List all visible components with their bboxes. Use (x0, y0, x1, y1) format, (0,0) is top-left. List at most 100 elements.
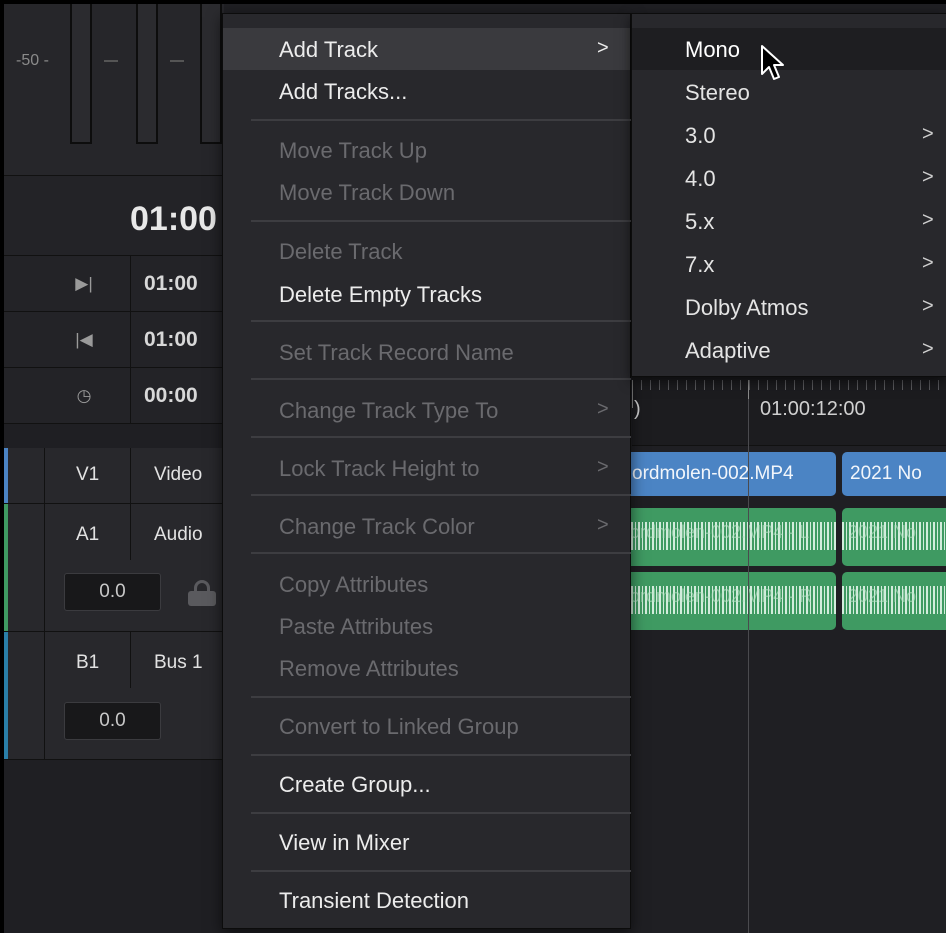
divider (44, 632, 45, 759)
menu-item-label: Move Track Up (279, 138, 427, 163)
submenu-item-dolby-atmos[interactable]: Dolby Atmos > (632, 286, 946, 328)
menu-item-label: Change Track Color (279, 514, 475, 539)
mark-out-row[interactable]: |◀ 01:00 (4, 312, 224, 368)
chevron-right-icon: > (922, 209, 934, 231)
track-color-stripe (4, 632, 8, 759)
track-volume-field[interactable]: 0.0 (64, 573, 161, 611)
chevron-right-icon: > (597, 37, 609, 59)
divider (130, 504, 131, 560)
mark-out-icon: |◀ (75, 330, 93, 349)
track-context-menu: Add Track > Add Tracks... Move Track Up … (222, 13, 631, 929)
menu-item-lock-height[interactable]: Lock Track Height to > (223, 447, 630, 489)
timeline-ruler[interactable]: ) 01:00:12:00 (632, 374, 946, 446)
audio-clip[interactable]: ordmolen-002.MP4 - R (624, 572, 836, 630)
bus-volume-field[interactable]: 0.0 (64, 702, 161, 740)
audio-clip[interactable]: 2021 No (842, 508, 946, 566)
submenu-item-mono[interactable]: Mono (632, 28, 946, 70)
lock-icon[interactable] (188, 580, 216, 606)
audio-meter-bar (70, 4, 92, 144)
submenu-item-5x[interactable]: 5.x > (632, 200, 946, 242)
menu-item-set-record-name[interactable]: Set Track Record Name (223, 331, 630, 373)
divider (130, 632, 131, 688)
menu-item-move-up[interactable]: Move Track Up (223, 129, 630, 171)
track-id: B1 (76, 652, 100, 673)
submenu-item-stereo[interactable]: Stereo (632, 71, 946, 113)
menu-item-change-color[interactable]: Change Track Color > (223, 505, 630, 547)
chevron-right-icon: > (922, 166, 934, 188)
track-header-v1[interactable]: V1 Video (4, 448, 224, 504)
audio-clip-name: 2021 No (848, 522, 917, 542)
menu-separator (251, 320, 631, 322)
track-color-stripe (4, 504, 8, 631)
menu-item-delete-track[interactable]: Delete Track (223, 230, 630, 272)
menu-item-add-tracks[interactable]: Add Tracks... (223, 70, 630, 112)
menu-item-convert-linked-group[interactable]: Convert to Linked Group (223, 705, 630, 747)
menu-item-label: Lock Track Height to (279, 456, 480, 481)
menu-item-label: View in Mixer (279, 830, 410, 855)
chevron-right-icon: > (597, 456, 609, 478)
menu-item-copy-attributes[interactable]: Copy Attributes (223, 563, 630, 605)
menu-item-label: Remove Attributes (279, 656, 459, 681)
mark-in-row[interactable]: ▶| 01:00 (4, 256, 224, 312)
menu-item-label: Dolby Atmos (685, 295, 809, 320)
ruler-major-tick (632, 380, 633, 408)
submenu-item-3-0[interactable]: 3.0 > (632, 114, 946, 156)
chevron-right-icon: > (922, 295, 934, 317)
menu-item-label: Add Track (279, 37, 379, 62)
submenu-item-4-0[interactable]: 4.0 > (632, 157, 946, 199)
menu-separator (251, 870, 631, 872)
menu-separator (251, 494, 631, 496)
meter-scale-label: -50 - (16, 52, 49, 69)
timecode-display: 01:00 (4, 176, 224, 256)
menu-item-change-type[interactable]: Change Track Type To > (223, 389, 630, 431)
divider (130, 312, 131, 368)
track-name[interactable]: Audio (154, 524, 203, 546)
menu-item-label: Transient Detection (279, 888, 469, 913)
menu-separator (251, 436, 631, 438)
menu-item-label: Move Track Down (279, 180, 456, 205)
menu-item-label: Set Track Record Name (279, 340, 514, 365)
track-id: A1 (76, 524, 100, 545)
submenu-item-adaptive[interactable]: Adaptive > (632, 329, 946, 371)
video-clip[interactable]: 2021 No (842, 452, 946, 496)
menu-item-label: Add Tracks... (279, 79, 408, 104)
audio-clip[interactable]: 2021 No (842, 572, 946, 630)
menu-item-view-in-mixer[interactable]: View in Mixer (223, 821, 630, 863)
audio-meter-bar (136, 4, 158, 144)
chevron-right-icon: > (922, 338, 934, 360)
chevron-right-icon: > (597, 398, 609, 420)
timeline-window: -50 - 01:00 ▶| 01:00 |◀ 01:00 ◷ 00:00 V1… (4, 4, 946, 933)
audio-clip-name: 2021 No (848, 586, 917, 606)
timeline-gridline (748, 399, 749, 933)
video-clip[interactable]: ordmolen-002.MP4 (624, 452, 836, 496)
lock-body (188, 591, 216, 606)
ruler-label: 01:00:12:00 (760, 398, 866, 420)
menu-separator (251, 696, 631, 698)
menu-item-label: Delete Empty Tracks (279, 282, 482, 307)
menu-separator (251, 552, 631, 554)
mark-in-timecode: 01:00 (144, 272, 198, 295)
menu-item-move-down[interactable]: Move Track Down (223, 171, 630, 213)
track-name[interactable]: Video (154, 464, 202, 486)
menu-item-transient-detection[interactable]: Transient Detection (223, 879, 630, 921)
menu-item-remove-attributes[interactable]: Remove Attributes (223, 647, 630, 689)
divider (130, 256, 131, 312)
track-name[interactable]: Bus 1 (154, 652, 203, 674)
menu-item-delete-empty-tracks[interactable]: Delete Empty Tracks (223, 273, 630, 315)
divider (44, 504, 45, 631)
menu-item-label: Delete Track (279, 239, 403, 264)
clock-icon: ◷ (76, 386, 92, 405)
submenu-item-7x[interactable]: 7.x > (632, 243, 946, 285)
menu-item-label: 7.x (685, 252, 715, 277)
add-track-submenu: Mono Stereo 3.0 > 4.0 > 5.x > 7.x > Dolb… (631, 13, 946, 377)
audio-clip[interactable]: ordmolen-002.MP4 - L (624, 508, 836, 566)
menu-separator (251, 812, 631, 814)
menu-item-create-group[interactable]: Create Group... (223, 763, 630, 805)
menu-separator (251, 378, 631, 380)
track-header-a1[interactable]: A1 Audio 0.0 (4, 504, 224, 632)
menu-item-add-track[interactable]: Add Track > (223, 28, 630, 70)
track-header-b1[interactable]: B1 Bus 1 0.0 (4, 632, 224, 760)
menu-item-paste-attributes[interactable]: Paste Attributes (223, 605, 630, 647)
duration-row[interactable]: ◷ 00:00 (4, 368, 224, 424)
divider (44, 448, 45, 503)
